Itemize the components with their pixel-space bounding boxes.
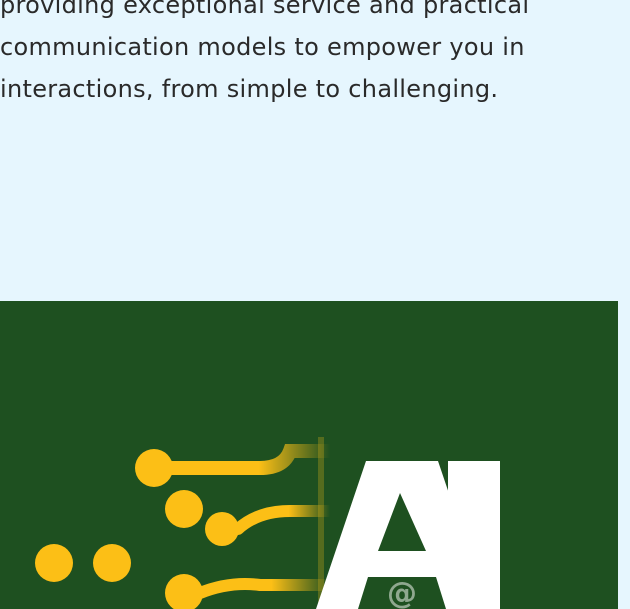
- intro-line-1: providing exceptional service and practi…: [0, 0, 530, 19]
- logo-at-symbol: @: [387, 576, 417, 609]
- circuit-ai-logo-icon: @: [0, 301, 618, 609]
- intro-line-3: interactions, from simple to challenging…: [0, 75, 499, 103]
- intro-line-2: communication models to empower you in: [0, 33, 525, 61]
- hero-image: @: [0, 301, 618, 609]
- intro-paragraph: providing exceptional service and practi…: [0, 0, 630, 110]
- page: providing exceptional service and practi…: [0, 0, 630, 609]
